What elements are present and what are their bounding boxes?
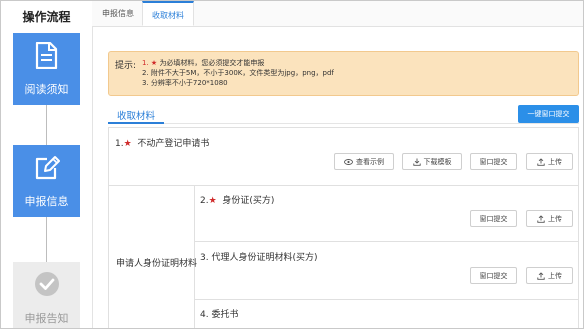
upload-button[interactable]: 上传: [526, 210, 573, 227]
section-title-underline: [108, 122, 164, 124]
notice-line: 1. ★ 为必填材料，您必须提交才能申报: [142, 58, 334, 68]
material-num: 4.: [200, 310, 209, 320]
material-name: 代理人身份证明材料(买方): [211, 253, 318, 263]
material-row-id-card: 2.★ 身份证(买方) 窗口提交 上传: [194, 185, 578, 242]
submit-all-window-button[interactable]: 一键窗口提交: [518, 105, 579, 123]
material-num: 2.: [200, 196, 209, 206]
step-read-notice[interactable]: 阅读须知: [13, 33, 80, 105]
material-group-applicant-id: 申请人身份证明材料: [109, 185, 198, 328]
view-example-button[interactable]: 查看示例: [334, 153, 394, 170]
material-row-application: 1.★ 不动产登记申请书 查看示例 下载模板 窗口提交 上传: [109, 128, 578, 186]
notice-text: 为必填材料，您必须提交才能申报: [159, 59, 265, 67]
notice-lines: 1. ★ 为必填材料，您必须提交才能申报 2. 附件不大于5M，不小于300K，…: [142, 58, 334, 88]
required-star-icon: ★: [208, 196, 217, 206]
process-sidebar: 操作流程 阅读须知 申报信息 申报告知: [1, 1, 93, 328]
material-title: 2.★ 身份证(买方): [200, 193, 274, 206]
required-star-icon: ★: [123, 139, 132, 149]
material-row-power-of-attorney: 4. 委托书: [194, 300, 578, 328]
material-row-agent-id: 3. 代理人身份证明材料(买方) 窗口提交 上传: [194, 242, 578, 300]
edit-icon: [35, 156, 60, 180]
upload-icon: [537, 158, 545, 166]
step-declare-notify[interactable]: 申报告知: [13, 262, 80, 328]
material-name: 委托书: [211, 310, 239, 320]
notice-num: 3.: [142, 79, 149, 87]
notice-line: 3. 分辨率不小于720*1080: [142, 78, 334, 88]
download-icon: [412, 158, 421, 166]
material-name: 不动产登记申请书: [137, 139, 210, 149]
material-title: 4. 委托书: [200, 307, 238, 320]
step-connector: [46, 217, 47, 262]
tab-declare-info[interactable]: 申报信息: [98, 1, 138, 26]
material-num: 1.: [115, 139, 124, 149]
button-label: 下载模板: [423, 158, 452, 166]
window-submit-button[interactable]: 窗口提交: [470, 210, 517, 227]
button-label: 上传: [548, 272, 562, 280]
material-title: 3. 代理人身份证明材料(买方): [200, 250, 318, 263]
materials-table: 1.★ 不动产登记申请书 查看示例 下载模板 窗口提交 上传 申请人身份证明材料…: [108, 127, 579, 328]
button-label: 上传: [548, 215, 562, 223]
notice-text: 附件不大于5M，不小于300K，文件类型为jpg，png，pdf: [150, 69, 334, 77]
upload-button[interactable]: 上传: [526, 153, 573, 170]
app-frame: 操作流程 阅读须知 申报信息 申报告知 申报信息 收取材料 提示: 1. ★ 为…: [0, 0, 584, 329]
document-icon: [35, 42, 58, 69]
group-label: 申请人身份证明材料: [116, 259, 198, 269]
material-title: 1.★ 不动产登记申请书: [115, 136, 209, 149]
notice-title: 提示:: [115, 61, 137, 71]
eye-icon: [344, 159, 353, 165]
window-submit-button[interactable]: 窗口提交: [470, 267, 517, 284]
window-submit-button[interactable]: 窗口提交: [470, 153, 517, 170]
notice-line: 2. 附件不大于5M，不小于300K，文件类型为jpg，png，pdf: [142, 68, 334, 78]
upload-icon: [537, 272, 545, 280]
button-label: 上传: [548, 158, 562, 166]
upload-button[interactable]: 上传: [526, 267, 573, 284]
required-star-icon: ★: [150, 59, 158, 67]
notice-num: 2.: [142, 69, 149, 77]
step-connector: [46, 105, 47, 145]
sidebar-title: 操作流程: [22, 10, 71, 24]
step-declare-info[interactable]: 申报信息: [13, 145, 80, 217]
upload-icon: [537, 215, 545, 223]
notice-text: 分辨率不小于720*1080: [150, 79, 228, 87]
notice-box: 提示: 1. ★ 为必填材料，您必须提交才能申报 2. 附件不大于5M，不小于3…: [108, 51, 579, 96]
material-num: 3.: [200, 253, 209, 263]
tab-bar: 申报信息 收取材料: [92, 1, 583, 27]
tab-collect-materials[interactable]: 收取材料: [142, 1, 194, 26]
material-name: 身份证(买方): [222, 196, 275, 206]
download-template-button[interactable]: 下载模板: [402, 153, 462, 170]
section-divider: [108, 123, 579, 124]
check-circle-icon: [35, 272, 59, 296]
button-label: 查看示例: [356, 158, 384, 166]
section-title: 收取材料: [117, 111, 156, 122]
step-label: 申报告知: [24, 312, 69, 325]
step-label: 阅读须知: [24, 83, 69, 96]
step-label: 申报信息: [24, 195, 69, 208]
notice-num: 1.: [142, 59, 149, 67]
